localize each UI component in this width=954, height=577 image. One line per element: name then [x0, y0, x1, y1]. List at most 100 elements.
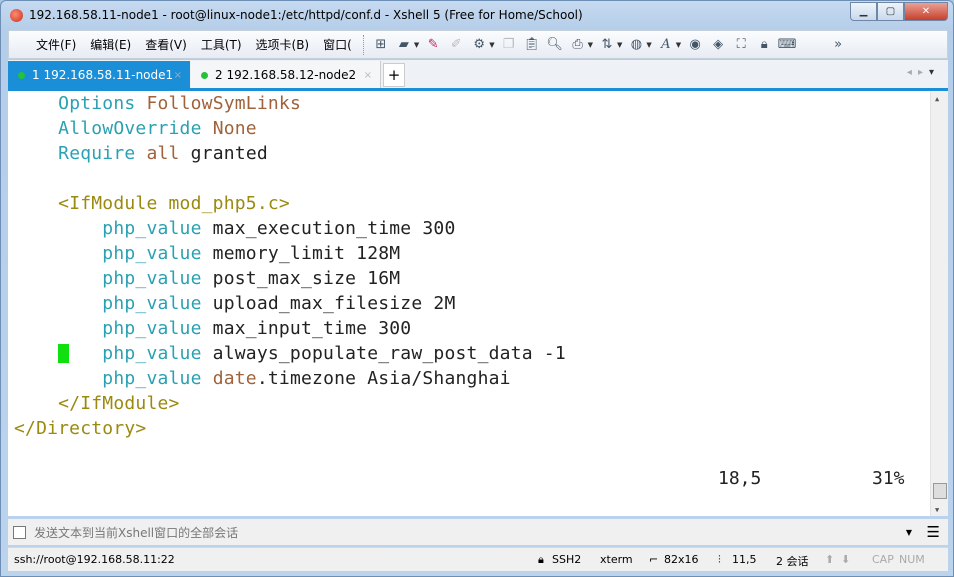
eraser-icon: ✐: [450, 37, 462, 52]
fullscreen-icon[interactable]: ⛶: [732, 36, 750, 54]
tab-session-2[interactable]: 2 192.168.58.12-node2 ×: [191, 61, 381, 89]
session-count: 2 会话: [776, 555, 809, 568]
chevron-down-icon[interactable]: ▼: [676, 41, 681, 49]
keyboard-icon[interactable]: ⌨: [778, 36, 797, 54]
title-bar[interactable]: 192.168.58.11-node1 - root@linux-node1:/…: [1, 1, 953, 29]
num-lock-indicator: NUM: [899, 553, 925, 566]
xshell-window: 192.168.58.11-node1 - root@linux-node1:/…: [0, 0, 954, 577]
scroll-up-icon[interactable]: ▲: [935, 95, 939, 103]
maximize-button[interactable]: ▢: [877, 2, 904, 21]
terminal-line: php_value max_execution_time 300: [14, 216, 456, 241]
terminal-text-text: max_execution_time 300: [201, 218, 456, 239]
terminal-area[interactable]: 18,5 31% ▲ ▼ Options FollowSymLinks Allo…: [8, 91, 948, 516]
terminal-text-text: post_max_size 16M: [201, 268, 401, 289]
new-session-icon[interactable]: ⊞: [372, 36, 390, 54]
menu-file[interactable]: 文件(F): [29, 36, 83, 53]
connected-status-icon: [18, 71, 25, 79]
terminal-text-keyword: php_value: [102, 343, 202, 364]
terminal-text-keyword: php_value: [102, 318, 202, 339]
chevron-down-icon[interactable]: ▼: [906, 528, 912, 537]
terminal-line: </IfModule>: [14, 391, 180, 416]
terminal-text-keyword: Require: [58, 143, 136, 164]
terminal-text-text: [14, 243, 102, 264]
terminal-text-keyword: php_value: [102, 218, 202, 239]
menu-icon[interactable]: ☰: [927, 523, 940, 541]
xmanager-icon[interactable]: ◈: [709, 36, 727, 54]
copy-icon: ❐: [502, 37, 515, 52]
window-title: 192.168.58.11-node1 - root@linux-node1:/…: [29, 8, 583, 22]
close-button[interactable]: ✕: [904, 2, 948, 21]
terminal-text-text: [135, 93, 146, 114]
terminal-text-text: [14, 143, 58, 164]
minimize-button[interactable]: ▁: [850, 2, 877, 21]
status-bar: ssh://root@192.168.58.11:22 🔒︎ SSH2 xter…: [8, 547, 948, 571]
chevron-down-icon[interactable]: ▾: [929, 67, 940, 78]
close-tab-icon[interactable]: ×: [364, 70, 372, 81]
globe-icon[interactable]: ◍: [627, 36, 645, 54]
terminal-type: xterm: [600, 553, 633, 566]
terminal-line: php_value memory_limit 128M: [14, 241, 400, 266]
chevron-right-icon[interactable]: ▸: [918, 67, 929, 78]
cursor-position: 11,5: [732, 553, 757, 566]
chevron-down-icon[interactable]: ▼: [617, 41, 622, 49]
close-icon: ✕: [921, 6, 931, 17]
terminal-text-text: [202, 368, 213, 389]
chevron-down-icon[interactable]: ▼: [489, 41, 494, 49]
transfer-icon[interactable]: ⇅: [598, 36, 616, 54]
terminal-line: php_value post_max_size 16M: [14, 266, 400, 291]
resize-icon: ⌐: [649, 553, 659, 566]
open-folder-icon[interactable]: ▰: [395, 36, 413, 54]
menu-view[interactable]: 查看(V): [138, 36, 194, 53]
close-tab-icon[interactable]: ×: [174, 70, 182, 81]
protocol: SSH2: [552, 553, 582, 566]
toolbar: 文件(F) 编辑(E) 查看(V) 工具(T) 选项卡(B) 窗口( ⊞ ▰ ▼ …: [8, 30, 948, 59]
caps-lock-indicator: CAP: [872, 553, 894, 566]
menu-window[interactable]: 窗口(: [316, 36, 359, 53]
lock-icon: 🔒︎: [538, 553, 544, 566]
terminal-text-text: [14, 293, 102, 314]
terminal-text-text: .timezone Asia/Shanghai: [256, 368, 511, 389]
plus-icon: +: [387, 66, 401, 84]
terminal-line: <IfModule mod_php5.c>: [14, 191, 290, 216]
terminal-text-value: FollowSymLinks: [146, 93, 301, 114]
xftp-icon[interactable]: ◉: [686, 36, 704, 54]
menu-edit[interactable]: 编辑(E): [83, 36, 138, 53]
vertical-scrollbar[interactable]: ▲ ▼: [930, 91, 948, 516]
chevron-down-icon[interactable]: ▼: [646, 41, 651, 49]
properties-icon[interactable]: ⚙: [470, 36, 488, 54]
terminal-text-tag: <IfModule mod_php5.c>: [58, 193, 290, 214]
lock-icon[interactable]: 🔒︎: [755, 36, 773, 54]
cursor-icon: ⫶: [718, 553, 721, 566]
chevron-down-icon[interactable]: ▼: [414, 41, 419, 49]
compose-checkbox[interactable]: [13, 525, 26, 539]
new-tab-button[interactable]: +: [383, 63, 405, 87]
tab-session-1[interactable]: 1 192.168.58.11-node1 ×: [8, 61, 190, 89]
xshell-logo-icon: [10, 9, 23, 22]
terminal-text-keyword: Options: [58, 93, 136, 114]
print-icon[interactable]: ⎙: [569, 36, 587, 54]
compose-input[interactable]: 发送文本到当前Xshell窗口的全部会话: [34, 524, 238, 541]
chevron-down-icon[interactable]: ▼: [588, 41, 593, 49]
scroll-down-icon[interactable]: ▼: [935, 506, 939, 514]
overflow-icon[interactable]: »: [829, 36, 847, 54]
terminal-text-text: always_populate_raw_post_data -1: [201, 343, 566, 364]
paste-icon[interactable]: 📋︎: [523, 36, 541, 54]
find-icon[interactable]: 🔍︎: [546, 36, 564, 54]
scrollbar-thumb[interactable]: [933, 483, 947, 499]
menu-tools[interactable]: 工具(T): [194, 36, 249, 53]
terminal-line: </Directory>: [14, 416, 146, 441]
tab-navigation[interactable]: ◂▸▾: [907, 67, 940, 78]
pen-icon[interactable]: ✎: [424, 36, 442, 54]
terminal-size: 82x16: [664, 553, 699, 566]
terminal-text-tag: </IfModule>: [58, 393, 180, 414]
terminal-text-text: [14, 343, 102, 364]
terminal-text-text: [14, 268, 102, 289]
menu-bar: 文件(F) 编辑(E) 查看(V) 工具(T) 选项卡(B) 窗口(: [9, 36, 359, 53]
menu-tabs[interactable]: 选项卡(B): [249, 36, 317, 53]
maximize-icon: ▢: [885, 6, 896, 17]
font-icon[interactable]: A: [657, 36, 675, 54]
chevron-left-icon[interactable]: ◂: [907, 67, 918, 78]
tab-bar: 1 192.168.58.11-node1 × 2 192.168.58.12-…: [8, 60, 948, 89]
terminal-text-keyword: php_value: [102, 243, 202, 264]
terminal-text-text: granted: [179, 143, 268, 164]
